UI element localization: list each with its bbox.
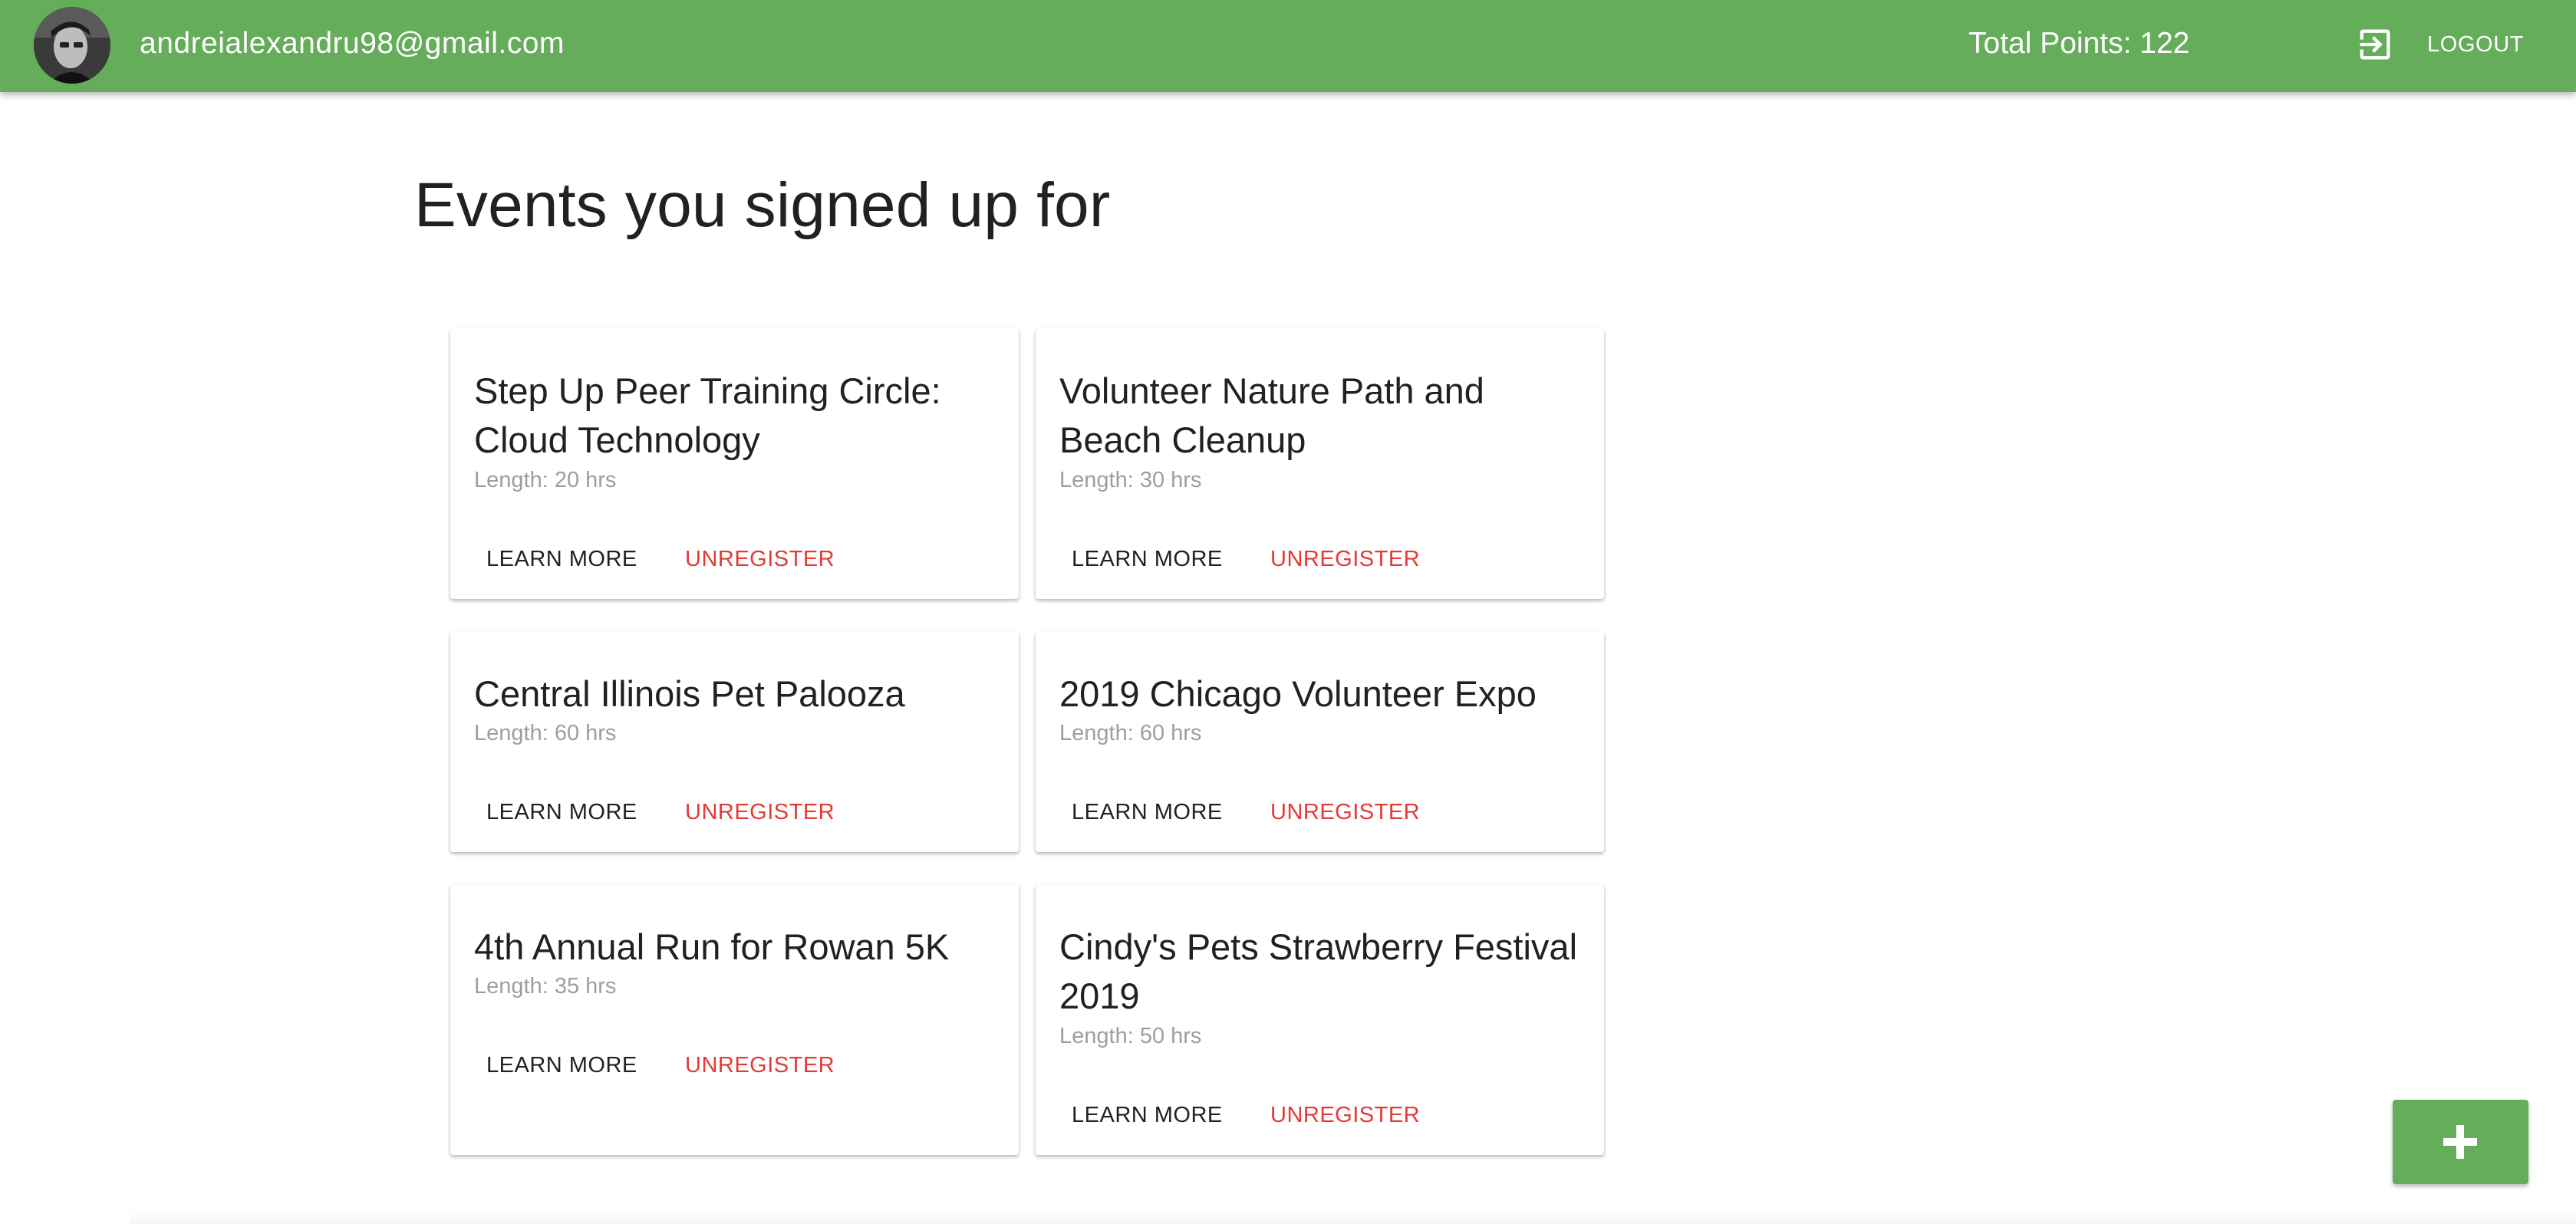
unregister-button[interactable]: UNREGISTER [685,797,835,828]
learn-more-button[interactable]: LEARN MORE [1072,544,1223,574]
event-card: Cindy's Pets Strawberry Festival 2019 Le… [1036,884,1604,1155]
event-title: Central Illinois Pet Palooza [474,673,905,714]
unregister-button[interactable]: UNREGISTER [1270,1100,1420,1130]
learn-more-button[interactable]: LEARN MORE [1072,1100,1223,1130]
page-title: Events you signed up for [414,170,1111,240]
unregister-button[interactable]: UNREGISTER [685,1050,835,1081]
logout-button[interactable]: LOGOUT [2355,21,2524,67]
event-length: Length: 60 hrs [1059,721,1202,745]
unregister-button[interactable]: UNREGISTER [1270,797,1420,828]
event-length: Length: 35 hrs [474,974,617,999]
logout-icon [2360,29,2390,60]
event-card: 2019 Chicago Volunteer Expo Length: 60 h… [1036,631,1604,852]
event-title: Volunteer Nature Path and Beach Cleanup [1059,370,1484,460]
unregister-button[interactable]: UNREGISTER [1270,544,1420,574]
learn-more-button[interactable]: LEARN MORE [486,1050,637,1081]
user-avatar[interactable] [34,7,110,84]
logout-label: LOGOUT [2427,31,2525,57]
total-points: Total Points: 122 [1968,27,2190,60]
event-card: Volunteer Nature Path and Beach Cleanup … [1036,328,1604,599]
event-title: 4th Annual Run for Rowan 5K [474,926,950,967]
learn-more-button[interactable]: LEARN MORE [1072,797,1223,828]
event-card: 4th Annual Run for Rowan 5K Length: 35 h… [450,884,1019,1155]
add-event-button[interactable] [2393,1100,2528,1184]
event-length: Length: 60 hrs [474,721,617,745]
event-title: 2019 Chicago Volunteer Expo [1059,673,1537,714]
plus-icon [2443,1125,2477,1159]
unregister-button[interactable]: UNREGISTER [685,544,835,574]
avatar-photo-icon [34,7,110,84]
event-card: Step Up Peer Training Circle: Cloud Tech… [450,328,1019,599]
event-card: Central Illinois Pet Palooza Length: 60 … [450,631,1019,852]
event-length: Length: 50 hrs [1059,1024,1202,1048]
event-title: Cindy's Pets Strawberry Festival 2019 [1059,926,1578,1016]
learn-more-button[interactable]: LEARN MORE [486,797,637,828]
event-length: Length: 20 hrs [474,468,617,492]
learn-more-button[interactable]: LEARN MORE [486,544,637,574]
user-email: andreialexandru98@gmail.com [140,27,565,60]
app-bar: andreialexandru98@gmail.com Total Points… [0,0,2576,92]
event-length: Length: 30 hrs [1059,468,1202,492]
event-title: Step Up Peer Training Circle: Cloud Tech… [474,370,941,460]
footer-shadow [130,1210,2576,1224]
